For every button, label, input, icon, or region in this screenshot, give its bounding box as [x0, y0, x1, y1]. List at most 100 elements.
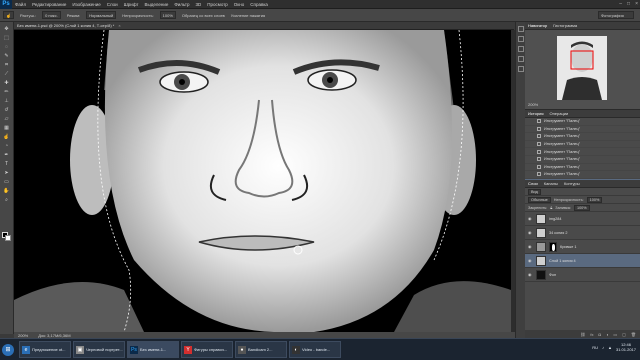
crop-tool-icon[interactable]: ⌗: [3, 62, 11, 68]
layer-row[interactable]: ◉ 34 копия 2: [525, 226, 640, 240]
layer-row-selected[interactable]: ◉ Слой 1 копия 4: [525, 254, 640, 268]
clock[interactable]: 12:46 31.01.2017: [616, 342, 636, 352]
visibility-eye-icon[interactable]: ◉: [528, 230, 533, 235]
menu-type[interactable]: Шрифт: [121, 2, 142, 7]
gradient-tool-icon[interactable]: ▦: [3, 125, 11, 131]
brush-panel-icon[interactable]: [517, 46, 524, 52]
history-item[interactable]: Инструмент "Палец": [525, 141, 640, 149]
start-button[interactable]: ⊞: [2, 343, 14, 356]
properties-panel-icon[interactable]: [517, 36, 524, 42]
new-layer-icon[interactable]: ▢: [622, 332, 626, 337]
history-item[interactable]: Инструмент "Палец": [525, 164, 640, 172]
menu-3d[interactable]: 3D: [192, 2, 204, 7]
close-button[interactable]: ×: [635, 1, 638, 7]
menu-select[interactable]: Выделение: [141, 2, 171, 7]
close-icon[interactable]: ×: [118, 23, 120, 28]
tab-histogram[interactable]: Гистограмма: [553, 23, 577, 28]
minimize-button[interactable]: –: [619, 1, 622, 7]
history-brush-tool-icon[interactable]: ↺: [3, 107, 11, 113]
pen-tool-icon[interactable]: ✒: [3, 152, 11, 158]
history-item[interactable]: Инструмент "Палец": [525, 148, 640, 156]
smudge-tool-icon[interactable]: ☝: [3, 134, 11, 140]
visibility-eye-icon[interactable]: ◉: [528, 258, 533, 263]
tab-channels[interactable]: Каналы: [544, 181, 558, 186]
lock-icon[interactable]: 🔒︎: [550, 206, 552, 210]
zoom-level[interactable]: 200%: [18, 333, 28, 338]
layer-mask-thumbnail[interactable]: [549, 241, 557, 252]
visibility-eye-icon[interactable]: ◉: [528, 272, 533, 277]
sample-all-checkbox[interactable]: Образец со всех слоев: [182, 13, 225, 18]
brush-tool-icon[interactable]: ✏: [3, 89, 11, 95]
tab-actions[interactable]: Операции: [550, 111, 569, 116]
trash-icon[interactable]: 🗑︎: [631, 332, 636, 337]
visibility-eye-icon[interactable]: ◉: [528, 244, 533, 249]
menu-help[interactable]: Справка: [247, 2, 271, 7]
image-canvas[interactable]: [14, 30, 511, 332]
navigator-thumbnail[interactable]: [557, 36, 607, 100]
tab-paths[interactable]: Контуры: [564, 181, 580, 186]
taskbar-item[interactable]: e Предложение ot...: [19, 341, 71, 358]
volume-icon[interactable]: ♪: [602, 345, 604, 350]
language-indicator[interactable]: RU: [592, 345, 598, 350]
tab-history[interactable]: История: [528, 111, 544, 116]
healing-tool-icon[interactable]: ✚: [3, 80, 11, 86]
clone-stamp-tool-icon[interactable]: ⊥: [3, 98, 11, 104]
menu-edit[interactable]: Редактирование: [29, 2, 69, 7]
zoom-tool-icon[interactable]: ⌕: [3, 197, 11, 203]
fill-field[interactable]: 100%: [573, 204, 590, 211]
fx-icon[interactable]: fx: [590, 332, 593, 337]
menu-file[interactable]: Файл: [12, 2, 29, 7]
type-tool-icon[interactable]: T: [3, 161, 11, 167]
eyedropper-tool-icon[interactable]: ⟋: [3, 71, 11, 77]
marquee-tool-icon[interactable]: ⬚: [3, 35, 11, 41]
layer-opacity-field[interactable]: 100%: [586, 196, 603, 203]
info-panel-icon[interactable]: [517, 66, 524, 72]
workspace-select[interactable]: Фотография: [598, 11, 634, 19]
navigator-zoom[interactable]: 200%: [528, 102, 538, 107]
layer-kind-filter[interactable]: Вид: [528, 188, 541, 195]
history-item[interactable]: Инструмент "Палец": [525, 171, 640, 179]
path-select-tool-icon[interactable]: ➤: [3, 170, 11, 176]
lasso-tool-icon[interactable]: ◌: [3, 44, 11, 50]
history-item[interactable]: Инструмент "Палец": [525, 156, 640, 164]
folder-icon[interactable]: ▭: [613, 332, 617, 337]
menu-view[interactable]: Просмотр: [204, 2, 231, 7]
history-item[interactable]: Инструмент "Палец": [525, 118, 640, 126]
layer-row[interactable]: ◉ Фон: [525, 268, 640, 282]
menu-filter[interactable]: Фильтр: [171, 2, 192, 7]
mode-select[interactable]: Нормальный: [86, 11, 117, 19]
tab-navigator[interactable]: Навигатор: [528, 23, 547, 28]
document-tab[interactable]: Без имени-1.psd @ 200% (Слой 1 копия 4, …: [14, 22, 514, 30]
visibility-eye-icon[interactable]: ◉: [528, 216, 533, 221]
blend-mode-select[interactable]: Обычные: [528, 196, 551, 203]
network-icon[interactable]: ▲: [608, 345, 612, 350]
history-item[interactable]: Инструмент "Палец": [525, 126, 640, 134]
dodge-tool-icon[interactable]: ◔: [3, 143, 11, 149]
adjustment-icon[interactable]: ◑: [606, 332, 608, 337]
taskbar-item-active[interactable]: Ps Без имени-1...: [127, 341, 179, 358]
quick-select-tool-icon[interactable]: ✎: [3, 53, 11, 59]
history-panel-icon[interactable]: [517, 26, 524, 32]
menu-layers[interactable]: Слои: [104, 2, 121, 7]
taskbar-item[interactable]: ● Bandicam 2...: [235, 341, 287, 358]
history-item[interactable]: Инструмент "Палец": [525, 133, 640, 141]
taskbar-item[interactable]: Y Фигуры справоч...: [181, 341, 233, 358]
shape-tool-icon[interactable]: ▭: [3, 179, 11, 185]
taskbar-item[interactable]: ▣ Черновой портрет...: [73, 341, 125, 358]
eraser-tool-icon[interactable]: ▱: [3, 116, 11, 122]
link-icon[interactable]: ⛓: [580, 332, 585, 337]
navigator-panel[interactable]: 200%: [525, 30, 640, 110]
add-mask-icon[interactable]: ◘: [599, 332, 601, 337]
taskbar-item[interactable]: ◐ Video - bande...: [289, 341, 341, 358]
tab-layers[interactable]: Слои: [528, 181, 538, 186]
protect-checkbox[interactable]: Усиление нажатия: [231, 13, 265, 18]
menu-window[interactable]: Окно: [231, 2, 247, 7]
layer-row[interactable]: ◉ Кривые 1: [525, 240, 640, 254]
background-color-swatch[interactable]: [5, 235, 11, 241]
maximize-button[interactable]: □: [627, 1, 630, 7]
tool-preset-picker[interactable]: ☝: [3, 11, 14, 19]
move-tool-icon[interactable]: ✥: [3, 26, 11, 32]
menu-image[interactable]: Изображение: [69, 2, 103, 7]
hand-tool-icon[interactable]: ✋: [3, 188, 11, 194]
opacity-field[interactable]: 100%: [159, 11, 176, 19]
